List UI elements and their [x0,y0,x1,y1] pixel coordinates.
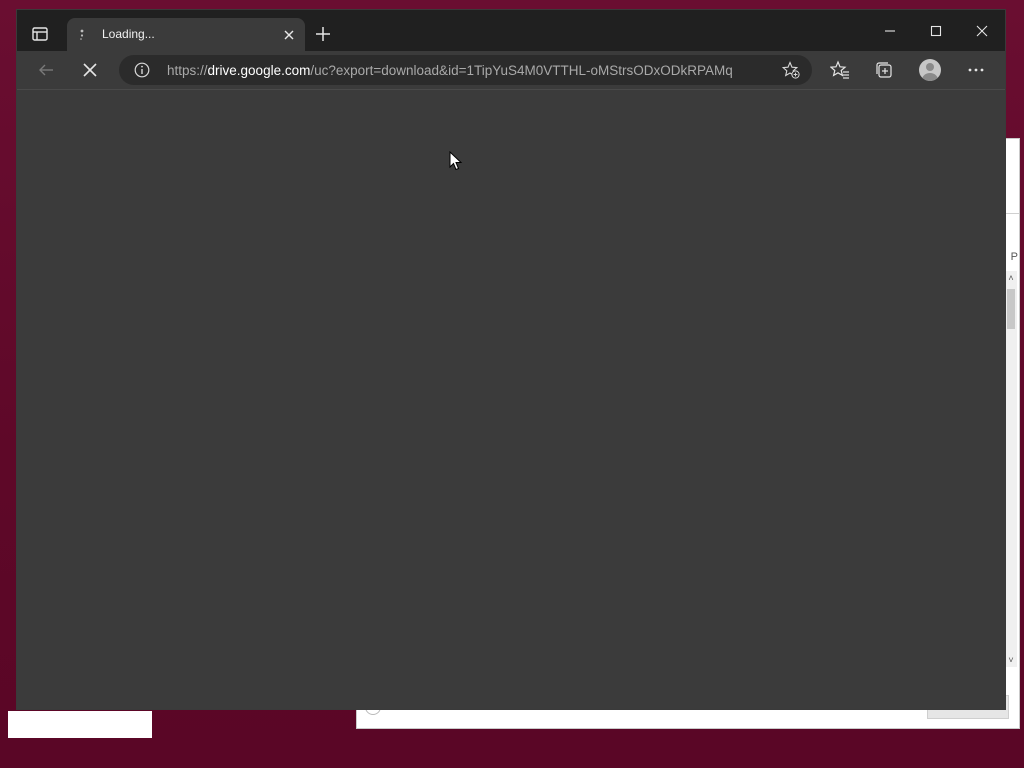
tab-loading[interactable]: Loading... [67,18,305,51]
browser-window: Loading... https://drive.google.com/uc?e… [17,10,1005,709]
mouse-cursor-icon [449,150,463,171]
stop-loading-icon[interactable] [75,55,105,85]
page-content-area[interactable] [17,90,1005,709]
maximize-icon[interactable] [913,10,959,51]
star-add-icon[interactable] [781,61,800,79]
url-host: drive.google.com [207,63,311,78]
background-window-scrollbar[interactable]: ˄ ˅ [1005,271,1017,667]
collections-icon[interactable] [869,55,899,85]
url-path: /uc?export=download&id=1TipYuS4M0VTTHL-o… [310,63,733,78]
background-window-label: P [1010,251,1018,263]
url-text[interactable]: https://drive.google.com/uc?export=downl… [167,63,762,78]
back-arrow-icon[interactable] [31,55,61,85]
scroll-up-icon[interactable]: ˄ [1005,271,1017,285]
site-info-icon[interactable] [134,62,150,78]
loading-spinner-icon [75,28,89,42]
avatar [919,59,941,81]
scroll-down-icon[interactable]: ˅ [1005,653,1017,667]
title-bar: Loading... [17,10,1005,51]
favorites-icon[interactable] [825,55,855,85]
address-bar[interactable]: https://drive.google.com/uc?export=downl… [119,55,812,85]
navigation-toolbar: https://drive.google.com/uc?export=downl… [17,51,1005,90]
more-icon[interactable] [961,55,991,85]
scroll-thumb[interactable] [1007,289,1015,329]
close-window-icon[interactable] [959,10,1005,51]
new-tab-plus-icon[interactable] [312,23,334,45]
background-white-box [8,711,152,738]
profile-avatar-icon[interactable] [915,55,945,85]
close-tab-icon[interactable] [281,27,297,43]
window-controls [867,10,1005,51]
url-scheme: https:// [167,63,208,78]
tab-actions-icon[interactable] [30,24,50,44]
tab-title: Loading... [102,27,155,41]
minimize-icon[interactable] [867,10,913,51]
